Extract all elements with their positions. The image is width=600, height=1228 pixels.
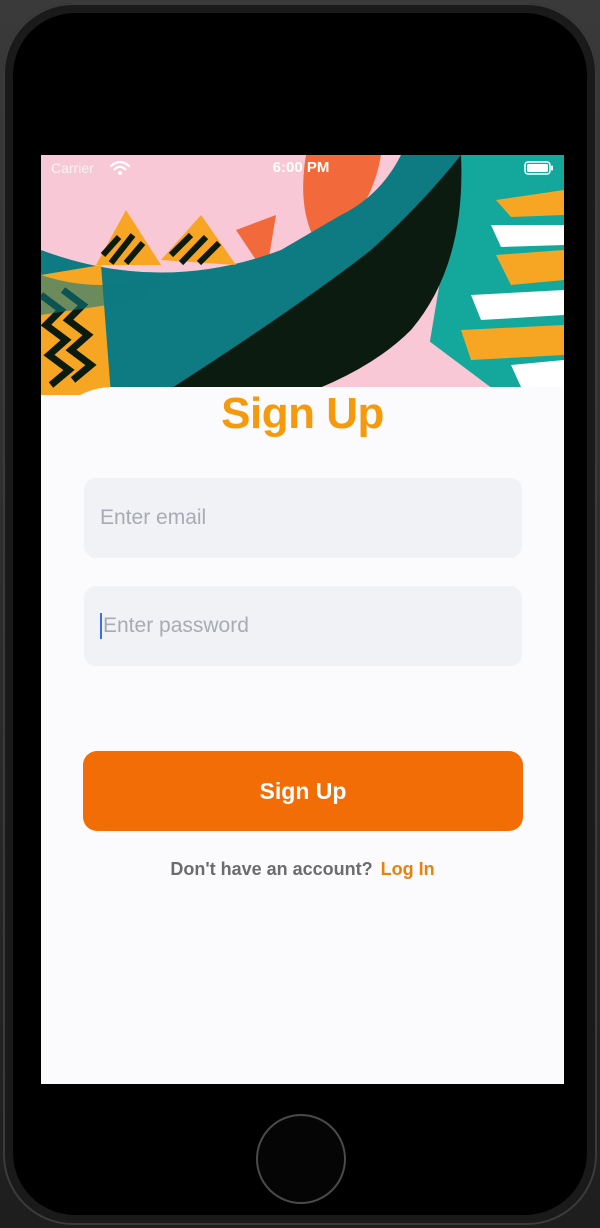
login-prompt-text: Don't have an account? [170, 859, 373, 879]
battery-icon [524, 161, 553, 175]
email-field[interactable]: Enter email [84, 478, 522, 558]
wifi-icon [110, 160, 130, 175]
status-time: 6:00 PM [272, 159, 330, 176]
password-placeholder: Enter password [103, 614, 249, 637]
carrier-label: Carrier [51, 160, 94, 176]
app-screen: Carrier 6:00 PM Sign Up Enter email Ente… [41, 155, 564, 1084]
hero-illustration [41, 155, 564, 395]
login-prompt-row: Don't have an account? Log In [41, 859, 564, 880]
status-bar: Carrier 6:00 PM [41, 155, 564, 183]
login-link[interactable]: Log In [381, 859, 435, 879]
email-placeholder: Enter email [100, 506, 207, 529]
signup-button[interactable]: Sign Up [83, 751, 523, 831]
page-title: Sign Up [221, 389, 384, 438]
password-field[interactable]: Enter password [84, 586, 522, 666]
home-button[interactable] [256, 1114, 346, 1204]
text-caret [100, 613, 102, 639]
